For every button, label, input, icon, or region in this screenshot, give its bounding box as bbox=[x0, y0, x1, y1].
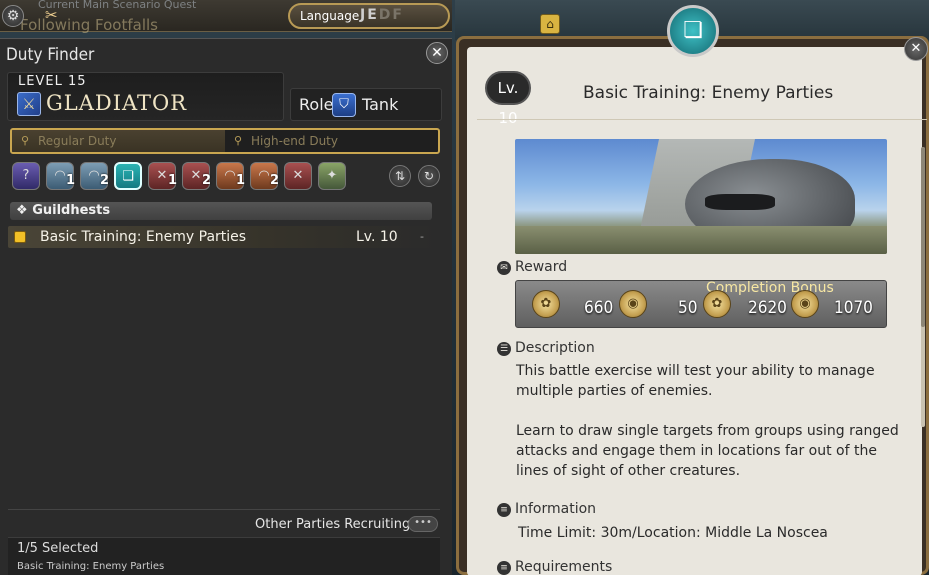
gil-coin-icon: ◉ bbox=[791, 290, 819, 318]
search-icon: ⚲ bbox=[234, 134, 243, 147]
trial-icon[interactable]: ✕ 2 bbox=[182, 162, 211, 190]
gil-coin-icon: ◉ bbox=[619, 290, 647, 318]
requirements-icon: ≡ bbox=[497, 561, 511, 575]
experience-icon: ✿ bbox=[703, 290, 731, 318]
bonus-gil: 1070 bbox=[834, 298, 873, 318]
reward-exp: 660 bbox=[584, 298, 614, 318]
language-option-f[interactable]: F bbox=[392, 7, 404, 23]
reward-icon: ✉ bbox=[497, 261, 511, 275]
language-selector[interactable]: Language JEDF bbox=[288, 3, 450, 29]
duty-finder-panel: Duty Finder ✕ LEVEL 15 ⚔ GLADIATOR Role:… bbox=[0, 38, 452, 575]
scene-marker-icon[interactable]: ⌂ bbox=[540, 14, 560, 34]
selected-count: 1/5 Selected bbox=[17, 541, 99, 556]
detail-title: Basic Training: Enemy Parties bbox=[583, 83, 834, 103]
other-parties-button[interactable]: ••• bbox=[408, 516, 438, 532]
reward-gil: 50 bbox=[678, 298, 698, 318]
description-paragraph-1: This battle exercise will test your abil… bbox=[516, 363, 875, 399]
selected-duties-box: 1/5 Selected Basic Training: Enemy Parti… bbox=[8, 537, 440, 575]
class-level: LEVEL 15 bbox=[18, 74, 87, 89]
guildhest-icon[interactable]: ❏ bbox=[114, 162, 142, 190]
close-icon[interactable]: ✕ bbox=[904, 37, 928, 61]
gladiator-icon: ⚔ bbox=[17, 92, 41, 116]
close-icon[interactable]: ✕ bbox=[426, 42, 448, 64]
gear-icon[interactable]: ⚙ bbox=[2, 5, 24, 27]
class-name: GLADIATOR bbox=[46, 91, 188, 115]
refresh-icon[interactable]: ↻ bbox=[418, 165, 440, 187]
duty-detail-panel: Lv. 10 Basic Training: Enemy Parties ✉ Re… bbox=[456, 5, 929, 575]
gold-saucer-icon[interactable]: ✦ bbox=[318, 162, 346, 190]
tab-high-end-duty[interactable]: ⚲ High-end Duty bbox=[225, 130, 438, 152]
duty-tab-bar: ⚲ Regular Duty ⚲ High-end Duty bbox=[10, 128, 440, 154]
tab-regular-duty-label: Regular Duty bbox=[38, 134, 117, 148]
category-label: Guildhests bbox=[32, 203, 111, 218]
collapse-icon: ❖ bbox=[16, 203, 33, 218]
duty-level: Lv. 10 bbox=[356, 229, 398, 245]
info-icon: ≡ bbox=[497, 503, 511, 517]
divider bbox=[8, 509, 440, 510]
duty-minus: - bbox=[420, 230, 424, 243]
requirements-heading: ≡ Requirements bbox=[497, 559, 612, 575]
banner-grass bbox=[515, 226, 887, 254]
description-heading: ☰ Description bbox=[497, 340, 595, 356]
bonus-exp: 2620 bbox=[748, 298, 787, 318]
banner-creature-mouth bbox=[705, 194, 775, 210]
scrollbar[interactable] bbox=[921, 147, 925, 427]
role-info: Role: ⛉ Tank bbox=[290, 88, 442, 121]
duty-finder-title: Duty Finder bbox=[6, 45, 95, 65]
class-info: LEVEL 15 ⚔ GLADIATOR bbox=[7, 72, 284, 121]
dungeon-icon[interactable]: ◠ 2 bbox=[80, 162, 109, 190]
information-text: Time Limit: 30m/Location: Middle La Nosc… bbox=[518, 525, 828, 541]
quest-title-line2: Following Footfalls bbox=[20, 16, 158, 34]
tab-high-end-duty-label: High-end Duty bbox=[251, 134, 338, 148]
book-icon: ☰ bbox=[497, 342, 511, 356]
tab-regular-duty[interactable]: ⚲ Regular Duty bbox=[12, 130, 225, 152]
tank-role-icon: ⛉ bbox=[332, 93, 356, 117]
sort-icon[interactable]: ⇅ bbox=[389, 165, 411, 187]
search-icon: ⚲ bbox=[21, 134, 30, 147]
description-paragraph-2: Learn to draw single targets from groups… bbox=[516, 423, 899, 479]
role-name: Tank bbox=[362, 95, 399, 114]
reward-box: Completion Bonus ✿ 660 ◉ 50 ✿ 2620 ◉ 107… bbox=[515, 280, 887, 328]
language-option-d[interactable]: D bbox=[379, 7, 393, 23]
guildhest-emblem-icon: ❏ bbox=[667, 5, 719, 57]
other-parties-label: Other Parties Recruiting bbox=[255, 517, 411, 532]
duty-name: Basic Training: Enemy Parties bbox=[40, 229, 247, 245]
swords-icon: ✂ bbox=[45, 6, 58, 24]
language-label: Language bbox=[300, 9, 360, 23]
raid-icon[interactable]: ◠ 1 bbox=[216, 162, 245, 190]
title-divider bbox=[477, 119, 927, 120]
duty-list-item[interactable]: Basic Training: Enemy Parties Lv. 10 - bbox=[8, 226, 436, 248]
experience-icon: ✿ bbox=[532, 290, 560, 318]
detail-parchment: Lv. 10 Basic Training: Enemy Parties ✉ Re… bbox=[467, 47, 927, 575]
pvp-icon[interactable]: ✕ bbox=[284, 162, 312, 190]
information-heading: ≡ Information bbox=[497, 501, 596, 517]
duty-banner-image bbox=[515, 139, 887, 254]
category-header-guildhests[interactable]: ❖ Guildhests bbox=[10, 202, 432, 220]
language-option-e[interactable]: E bbox=[367, 7, 379, 23]
scrollbar-thumb[interactable] bbox=[921, 147, 925, 327]
duty-level-badge: Lv. 10 bbox=[485, 71, 531, 127]
dungeon-icon[interactable]: ◠ 1 bbox=[46, 162, 75, 190]
language-options[interactable]: JEDF bbox=[360, 7, 404, 23]
selected-duty-item: Basic Training: Enemy Parties bbox=[17, 561, 165, 572]
duty-checkbox[interactable] bbox=[14, 231, 26, 243]
roulette-question-icon[interactable]: ? bbox=[12, 162, 40, 190]
trial-icon[interactable]: ✕ 1 bbox=[148, 162, 177, 190]
top-bar: Current Main Scenario Quest Following Fo… bbox=[0, 0, 452, 34]
raid-icon[interactable]: ◠ 2 bbox=[250, 162, 279, 190]
reward-heading: ✉ Reward bbox=[497, 259, 567, 275]
